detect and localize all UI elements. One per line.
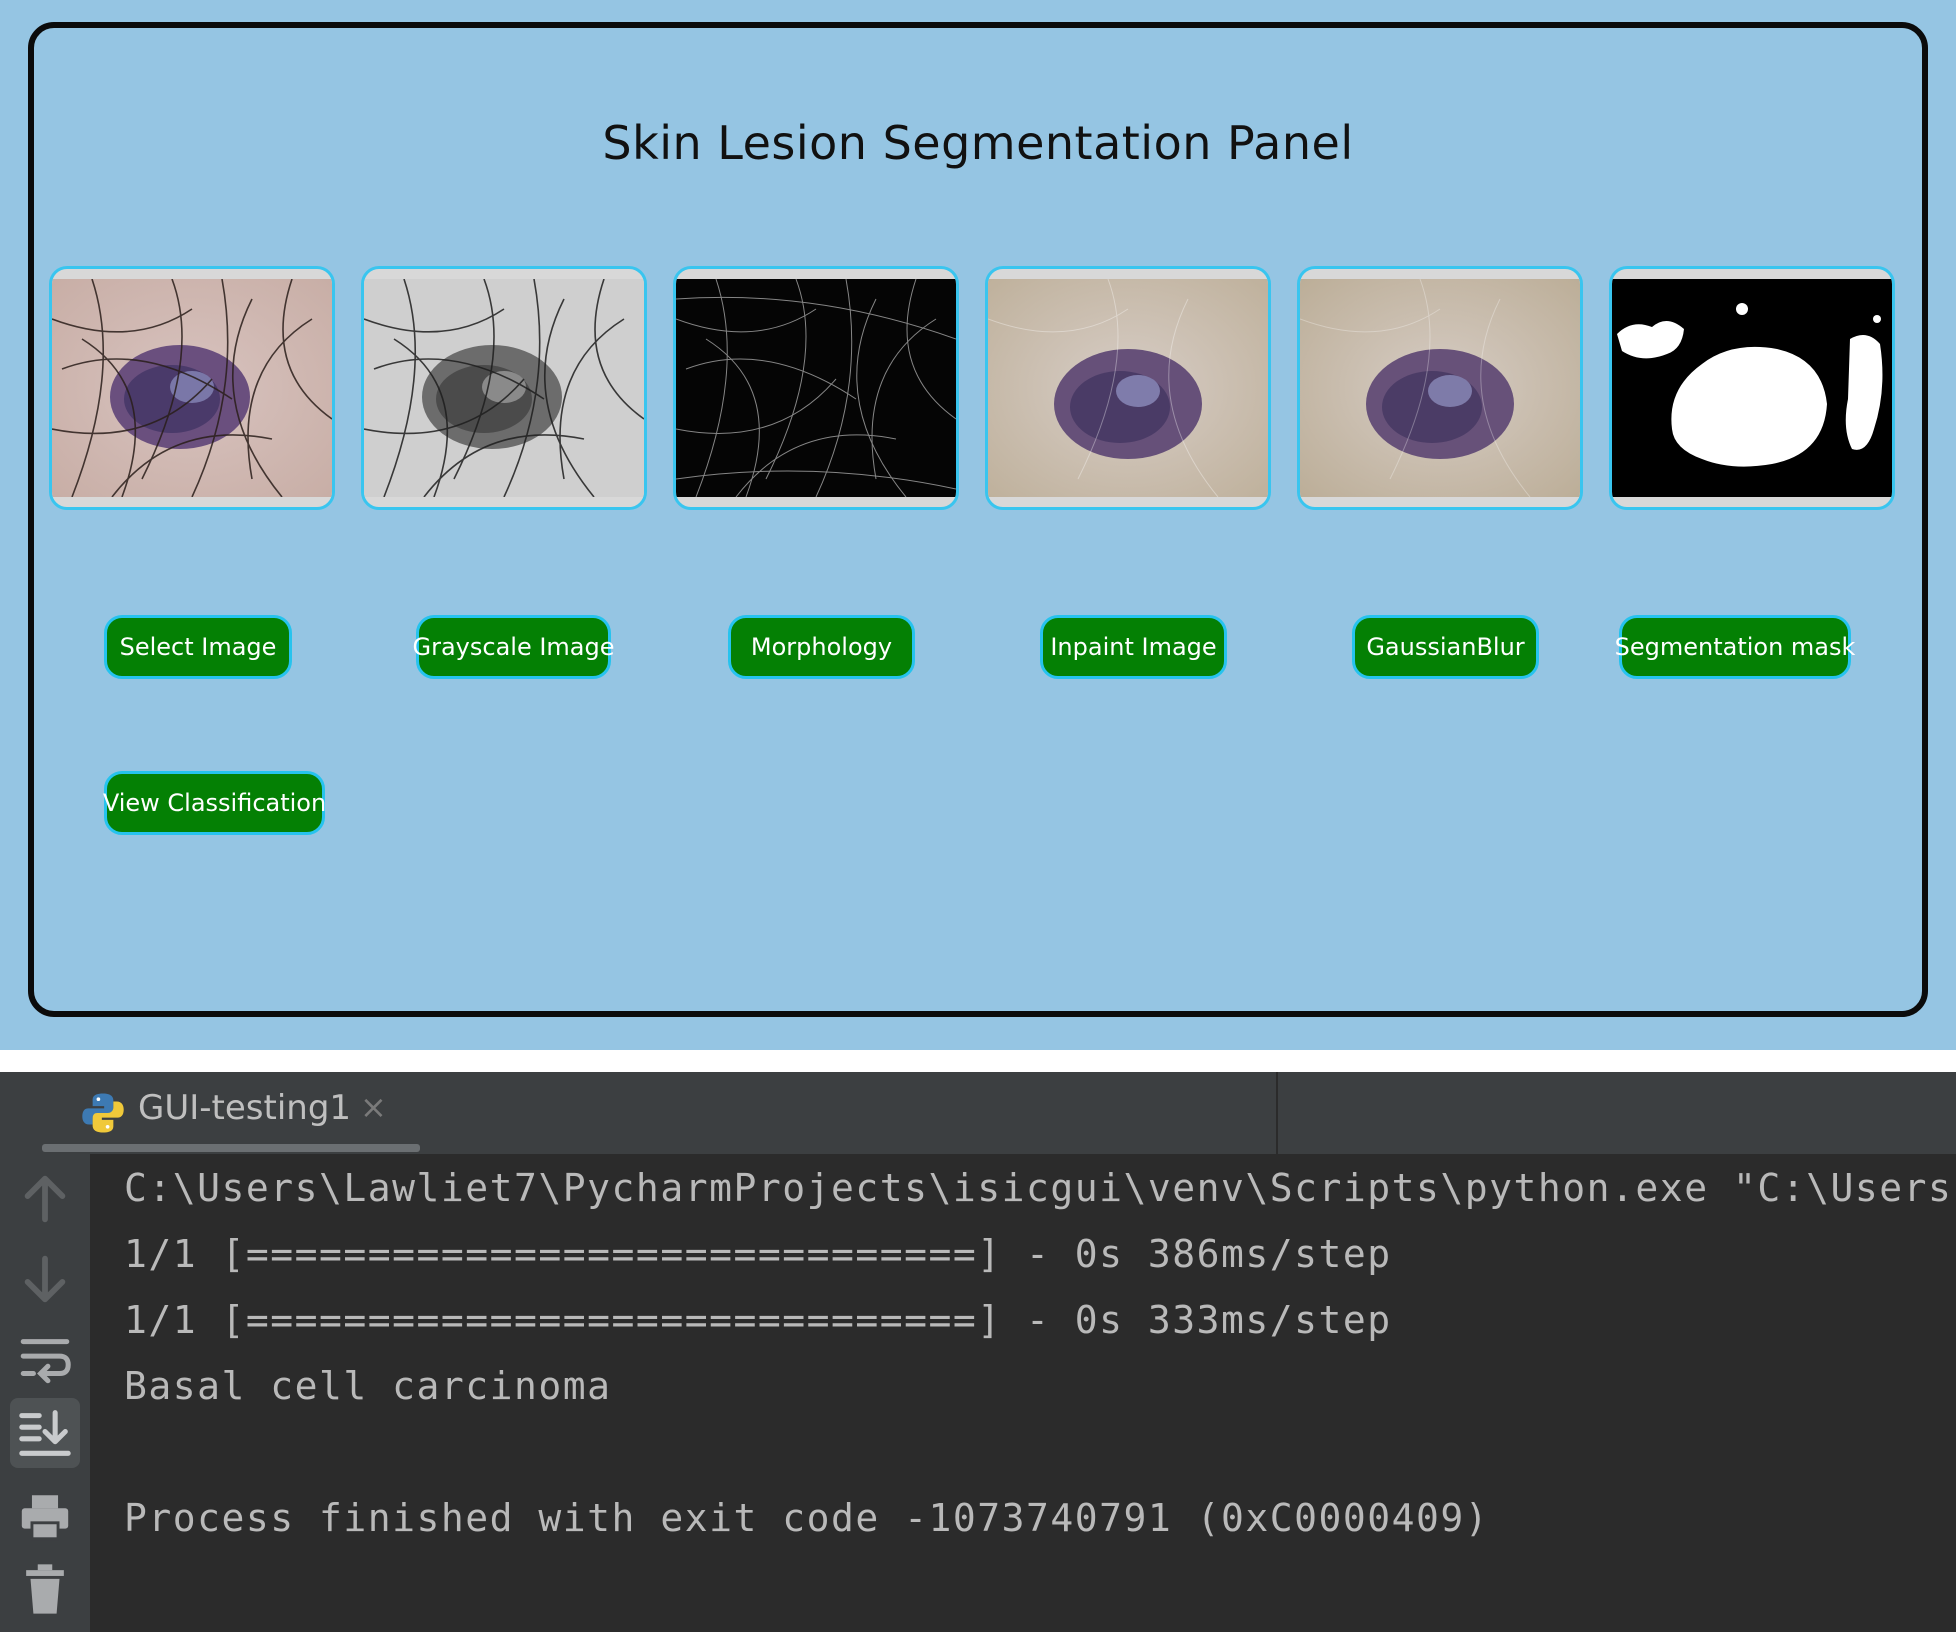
- morphology-image: [676, 279, 956, 497]
- scroll-to-end-icon: [19, 1410, 71, 1456]
- panel-title: Skin Lesion Segmentation Panel: [602, 116, 1354, 170]
- console-line-progress-2: 1/1 [==============================] - 0…: [124, 1298, 1392, 1342]
- print-icon[interactable]: [16, 1488, 74, 1546]
- grayscale-image-button[interactable]: Grayscale Image: [413, 615, 615, 679]
- grayscale-image-thumbnail: [361, 266, 647, 510]
- console-line-command: C:\Users\Lawliet7\PycharmProjects\isicgu…: [124, 1166, 1953, 1210]
- segmentation-mask-image: [1612, 279, 1892, 497]
- up-arrow-icon[interactable]: [16, 1170, 74, 1228]
- original-image-thumbnail: [49, 266, 335, 510]
- inpaint-image-thumbnail: [985, 266, 1271, 510]
- run-console-window: GUI-testing1 × C:\Users\Lawliet7\Pycharm…: [0, 1072, 1956, 1632]
- inpaint-image-button[interactable]: Inpaint Image: [1040, 615, 1227, 679]
- console-line-result: Basal cell carcinoma: [124, 1364, 612, 1408]
- segmentation-mask-button[interactable]: Segmentation mask: [1615, 615, 1855, 679]
- console-line-progress-1: 1/1 [==============================] - 0…: [124, 1232, 1392, 1276]
- gaussian-blur-button[interactable]: GaussianBlur: [1352, 615, 1539, 679]
- morphology-image-thumbnail: [673, 266, 959, 510]
- select-image-button[interactable]: Select Image: [104, 615, 292, 679]
- console-toolbar: [0, 1154, 90, 1632]
- tab-bar-divider: [1276, 1072, 1278, 1154]
- soft-wrap-icon[interactable]: [16, 1330, 74, 1388]
- inpaint-image: [988, 279, 1268, 497]
- run-tab-bar: GUI-testing1 ×: [0, 1072, 1956, 1154]
- segmentation-panel: Skin Lesion Segmentation Panel: [28, 22, 1928, 1017]
- gaussianblur-image-thumbnail: [1297, 266, 1583, 510]
- gui-window: Skin Lesion Segmentation Panel Select Im…: [0, 0, 1956, 1050]
- grayscale-image: [364, 279, 644, 497]
- segmentation-mask-image-thumbnail: [1609, 266, 1895, 510]
- python-icon: [82, 1093, 124, 1133]
- console-output[interactable]: C:\Users\Lawliet7\PycharmProjects\isicgu…: [90, 1154, 1956, 1632]
- trash-icon[interactable]: [16, 1560, 74, 1618]
- close-icon[interactable]: ×: [360, 1088, 387, 1126]
- run-tab[interactable]: GUI-testing1 ×: [20, 1072, 420, 1154]
- console-line-exit: Process finished with exit code -1073740…: [124, 1496, 1490, 1540]
- run-tab-label: GUI-testing1: [138, 1088, 352, 1128]
- active-tab-indicator: [42, 1144, 420, 1152]
- gaussianblur-image: [1300, 279, 1580, 497]
- original-image: [52, 279, 332, 497]
- view-classification-button[interactable]: View Classification: [103, 771, 326, 835]
- morphology-button[interactable]: Morphology: [728, 615, 915, 679]
- down-arrow-icon[interactable]: [16, 1250, 74, 1308]
